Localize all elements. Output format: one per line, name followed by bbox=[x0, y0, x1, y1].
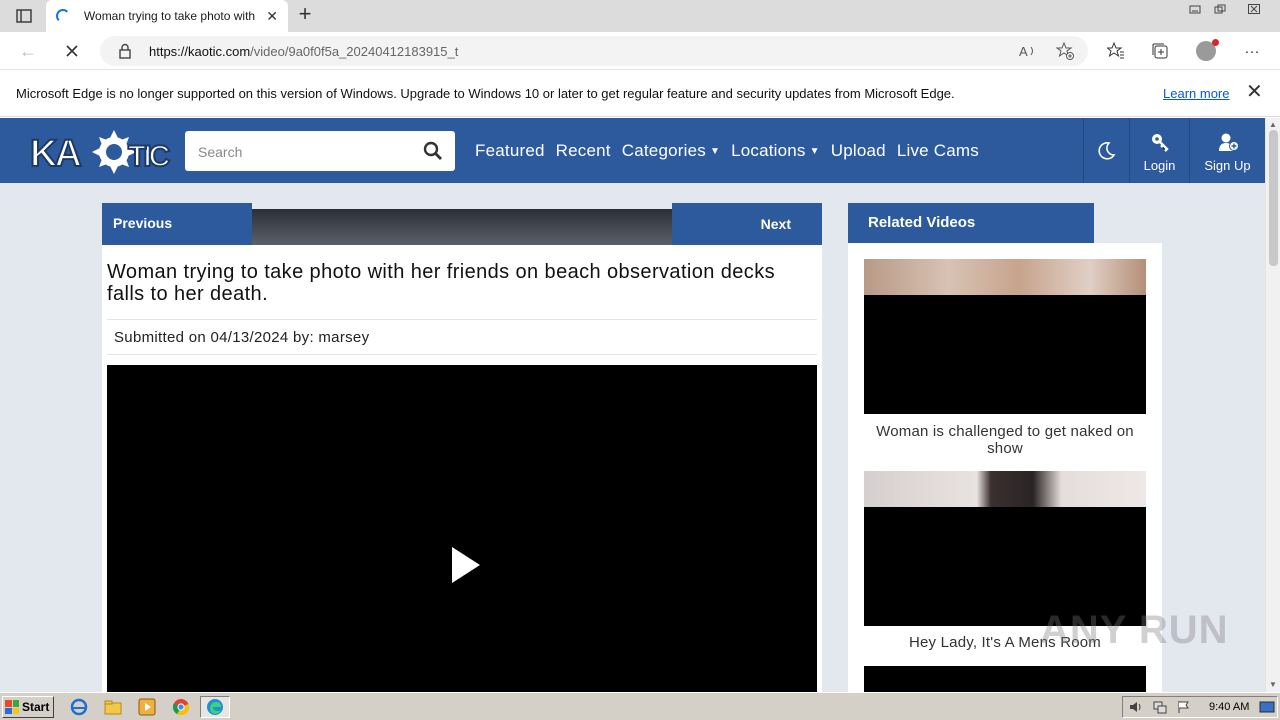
play-icon[interactable] bbox=[452, 547, 480, 583]
ie-icon[interactable] bbox=[68, 697, 90, 717]
video-title: Woman trying to take photo with her frie… bbox=[107, 261, 775, 305]
svg-text:TIC: TIC bbox=[128, 140, 170, 173]
submitter-name[interactable]: marsey bbox=[318, 329, 369, 346]
chrome-icon[interactable] bbox=[170, 697, 192, 717]
add-favorite-icon[interactable] bbox=[1055, 41, 1075, 61]
nav-locations-label: Locations bbox=[731, 141, 806, 160]
edge-icon bbox=[207, 699, 223, 715]
dark-mode-toggle-icon[interactable] bbox=[1095, 140, 1117, 162]
related-thumbnail[interactable] bbox=[864, 471, 1146, 626]
nav-featured[interactable]: Featured bbox=[475, 141, 545, 161]
media-player-icon[interactable] bbox=[136, 697, 158, 717]
system-tray bbox=[1122, 696, 1278, 718]
caret-down-icon: ▼ bbox=[709, 146, 721, 157]
thumbnail-preview bbox=[864, 471, 1146, 507]
back-button[interactable]: ← bbox=[18, 41, 38, 61]
related-caption[interactable]: Woman is challenged to get naked on show bbox=[864, 423, 1146, 457]
more-menu-icon[interactable]: ··· bbox=[1241, 40, 1263, 62]
collections-icon[interactable] bbox=[1149, 40, 1171, 62]
network-icon[interactable] bbox=[1153, 700, 1167, 719]
action-center-flag-icon[interactable] bbox=[1177, 700, 1191, 719]
related-videos-heading: Related Videos bbox=[848, 203, 1094, 243]
video-player[interactable] bbox=[107, 365, 817, 692]
volume-icon[interactable] bbox=[1129, 700, 1143, 719]
main-nav: Featured Recent Categories ▼ Locations ▼ U… bbox=[475, 141, 990, 161]
restore-button[interactable] bbox=[1209, 0, 1231, 18]
windows-taskbar: Start 9:40 AM bbox=[0, 692, 1280, 720]
login-label: Login bbox=[1143, 158, 1176, 173]
sign-up-button[interactable]: Sign Up bbox=[1190, 118, 1265, 183]
caret-down-icon: ▼ bbox=[809, 146, 820, 157]
thumbnail-preview bbox=[864, 259, 1146, 295]
key-icon bbox=[1150, 132, 1170, 152]
browser-tab-bar: Woman trying to take photo with ✕ + bbox=[0, 0, 1280, 32]
search-icon[interactable] bbox=[423, 141, 443, 161]
nav-recent[interactable]: Recent bbox=[556, 141, 611, 161]
scroll-up-icon[interactable]: ▲ bbox=[1269, 120, 1277, 129]
unsupported-os-infobar: Microsoft Edge is no longer supported on… bbox=[0, 70, 1280, 117]
address-toolbar: ← https://kaotic.com/video/9a0f0f5a_2024… bbox=[0, 32, 1280, 70]
site-header: KA TIC Search Featured Recent Categories… bbox=[0, 118, 1265, 183]
learn-more-link[interactable]: Learn more bbox=[1163, 86, 1229, 101]
nav-categories-label: Categories bbox=[621, 141, 706, 160]
read-aloud-icon[interactable]: A bbox=[1018, 41, 1038, 61]
nav-categories[interactable]: Categories ▼ bbox=[622, 141, 720, 161]
browser-tab[interactable]: Woman trying to take photo with ✕ bbox=[46, 0, 288, 32]
loading-icon bbox=[56, 9, 70, 23]
related-thumbnail[interactable] bbox=[864, 259, 1146, 414]
sign-up-label: Sign Up bbox=[1204, 158, 1251, 173]
submitted-date: Submitted on 04/13/2024 by: bbox=[114, 329, 314, 346]
new-tab-button[interactable]: + bbox=[294, 3, 316, 26]
anyrun-watermark: ANY RUN bbox=[1040, 608, 1229, 652]
minimize-button[interactable] bbox=[1184, 0, 1206, 18]
page-scrollbar[interactable]: ▲ ▼ bbox=[1265, 118, 1280, 692]
svg-text:KA: KA bbox=[30, 133, 81, 175]
nav-upload[interactable]: Upload bbox=[831, 141, 886, 161]
add-user-icon bbox=[1218, 132, 1239, 152]
stop-loading-button[interactable] bbox=[62, 41, 82, 61]
login-button[interactable]: Login bbox=[1130, 118, 1189, 183]
windows-logo-icon bbox=[5, 700, 19, 714]
close-infobar-icon[interactable]: ✕ bbox=[1246, 82, 1263, 102]
taskbar-clock[interactable]: 9:40 AM bbox=[1209, 701, 1249, 713]
page-viewport: KA TIC Search Featured Recent Categories… bbox=[0, 118, 1265, 692]
url-text[interactable]: https://kaotic.com/video/9a0f0f5a_202404… bbox=[149, 44, 458, 59]
next-video-button[interactable]: Next bbox=[672, 203, 822, 245]
show-desktop-icon[interactable] bbox=[1259, 700, 1275, 719]
favorites-icon[interactable] bbox=[1105, 40, 1127, 62]
search-input[interactable]: Search bbox=[198, 144, 242, 160]
nav-bar-gradient bbox=[252, 209, 672, 245]
scrollbar-thumb[interactable] bbox=[1269, 130, 1278, 266]
start-button[interactable]: Start bbox=[2, 696, 54, 718]
tab-close-icon[interactable]: ✕ bbox=[266, 8, 278, 25]
profile-avatar[interactable] bbox=[1195, 39, 1219, 62]
tab-title: Woman trying to take photo with bbox=[83, 9, 256, 23]
url-path: /video/9a0f0f5a_20240412183915_t bbox=[250, 44, 459, 59]
lock-icon[interactable] bbox=[118, 43, 132, 59]
infobar-message: Microsoft Edge is no longer supported on… bbox=[16, 86, 955, 101]
kaotic-logo[interactable]: KA TIC bbox=[29, 126, 174, 178]
nav-locations[interactable]: Locations ▼ bbox=[731, 141, 820, 161]
start-label: Start bbox=[22, 700, 50, 714]
tab-actions-icon[interactable] bbox=[10, 6, 38, 26]
site-search-box[interactable]: Search bbox=[185, 131, 455, 171]
close-window-button[interactable] bbox=[1240, 0, 1268, 18]
scroll-down-icon[interactable]: ▼ bbox=[1269, 680, 1277, 689]
submission-text: Submitted on 04/13/2024 by: marsey bbox=[114, 329, 369, 346]
address-bar[interactable]: https://kaotic.com/video/9a0f0f5a_202404… bbox=[100, 36, 1088, 66]
related-thumbnail[interactable] bbox=[864, 666, 1146, 692]
header-divider bbox=[1083, 118, 1084, 183]
video-content: Woman trying to take photo with her frie… bbox=[102, 245, 822, 692]
previous-video-button[interactable]: Previous bbox=[102, 203, 252, 245]
svg-text:A: A bbox=[1019, 44, 1028, 58]
explorer-folder-icon[interactable] bbox=[102, 697, 124, 717]
submission-info: Submitted on 04/13/2024 by: marsey bbox=[107, 319, 817, 355]
url-domain: https://kaotic.com bbox=[149, 44, 251, 59]
nav-live-cams[interactable]: Live Cams bbox=[897, 141, 979, 161]
edge-taskbar-button[interactable] bbox=[200, 696, 230, 718]
